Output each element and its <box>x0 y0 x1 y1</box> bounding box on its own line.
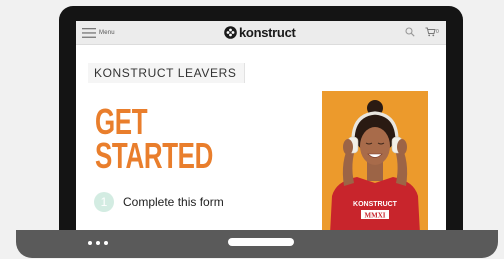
site-logo[interactable]: konstruct <box>224 25 296 40</box>
dot-icon <box>104 241 108 245</box>
dot-icon <box>88 241 92 245</box>
cart-count: 0 <box>436 29 439 35</box>
headline-line-1: GET <box>95 101 148 142</box>
page-headline: GET STARTED <box>95 101 213 176</box>
cart-icon <box>425 27 436 37</box>
section-title: KONSTRUCT LEAVERS <box>88 63 245 83</box>
search-icon[interactable] <box>405 27 415 37</box>
headline-line-2: STARTED <box>95 135 213 176</box>
konstruct-logo-icon <box>224 26 237 39</box>
menu-label: Menu <box>99 29 115 36</box>
website-screen: Menu konstruct 0 KONSTRUCT LEAVERS GET S… <box>76 21 446 234</box>
menu-button[interactable]: Menu <box>82 27 115 38</box>
dot-icon <box>96 241 100 245</box>
shirt-text-mid: MMXI <box>365 212 386 220</box>
step-item: 1 Complete this form <box>94 192 224 212</box>
hamburger-icon <box>82 27 96 38</box>
laptop-dots <box>88 241 108 245</box>
hero-photo: KONSTRUCT MMXI <box>322 91 428 234</box>
person-with-headphones-illustration: KONSTRUCT MMXI <box>322 91 428 234</box>
step-text: Complete this form <box>123 195 224 209</box>
site-header: Menu konstruct 0 <box>76 21 446 45</box>
logo-text: konstruct <box>239 25 296 40</box>
cart-button[interactable]: 0 <box>425 27 439 37</box>
shirt-text-top: KONSTRUCT <box>353 201 398 208</box>
step-number-badge: 1 <box>94 192 114 212</box>
trackpad <box>228 238 294 246</box>
